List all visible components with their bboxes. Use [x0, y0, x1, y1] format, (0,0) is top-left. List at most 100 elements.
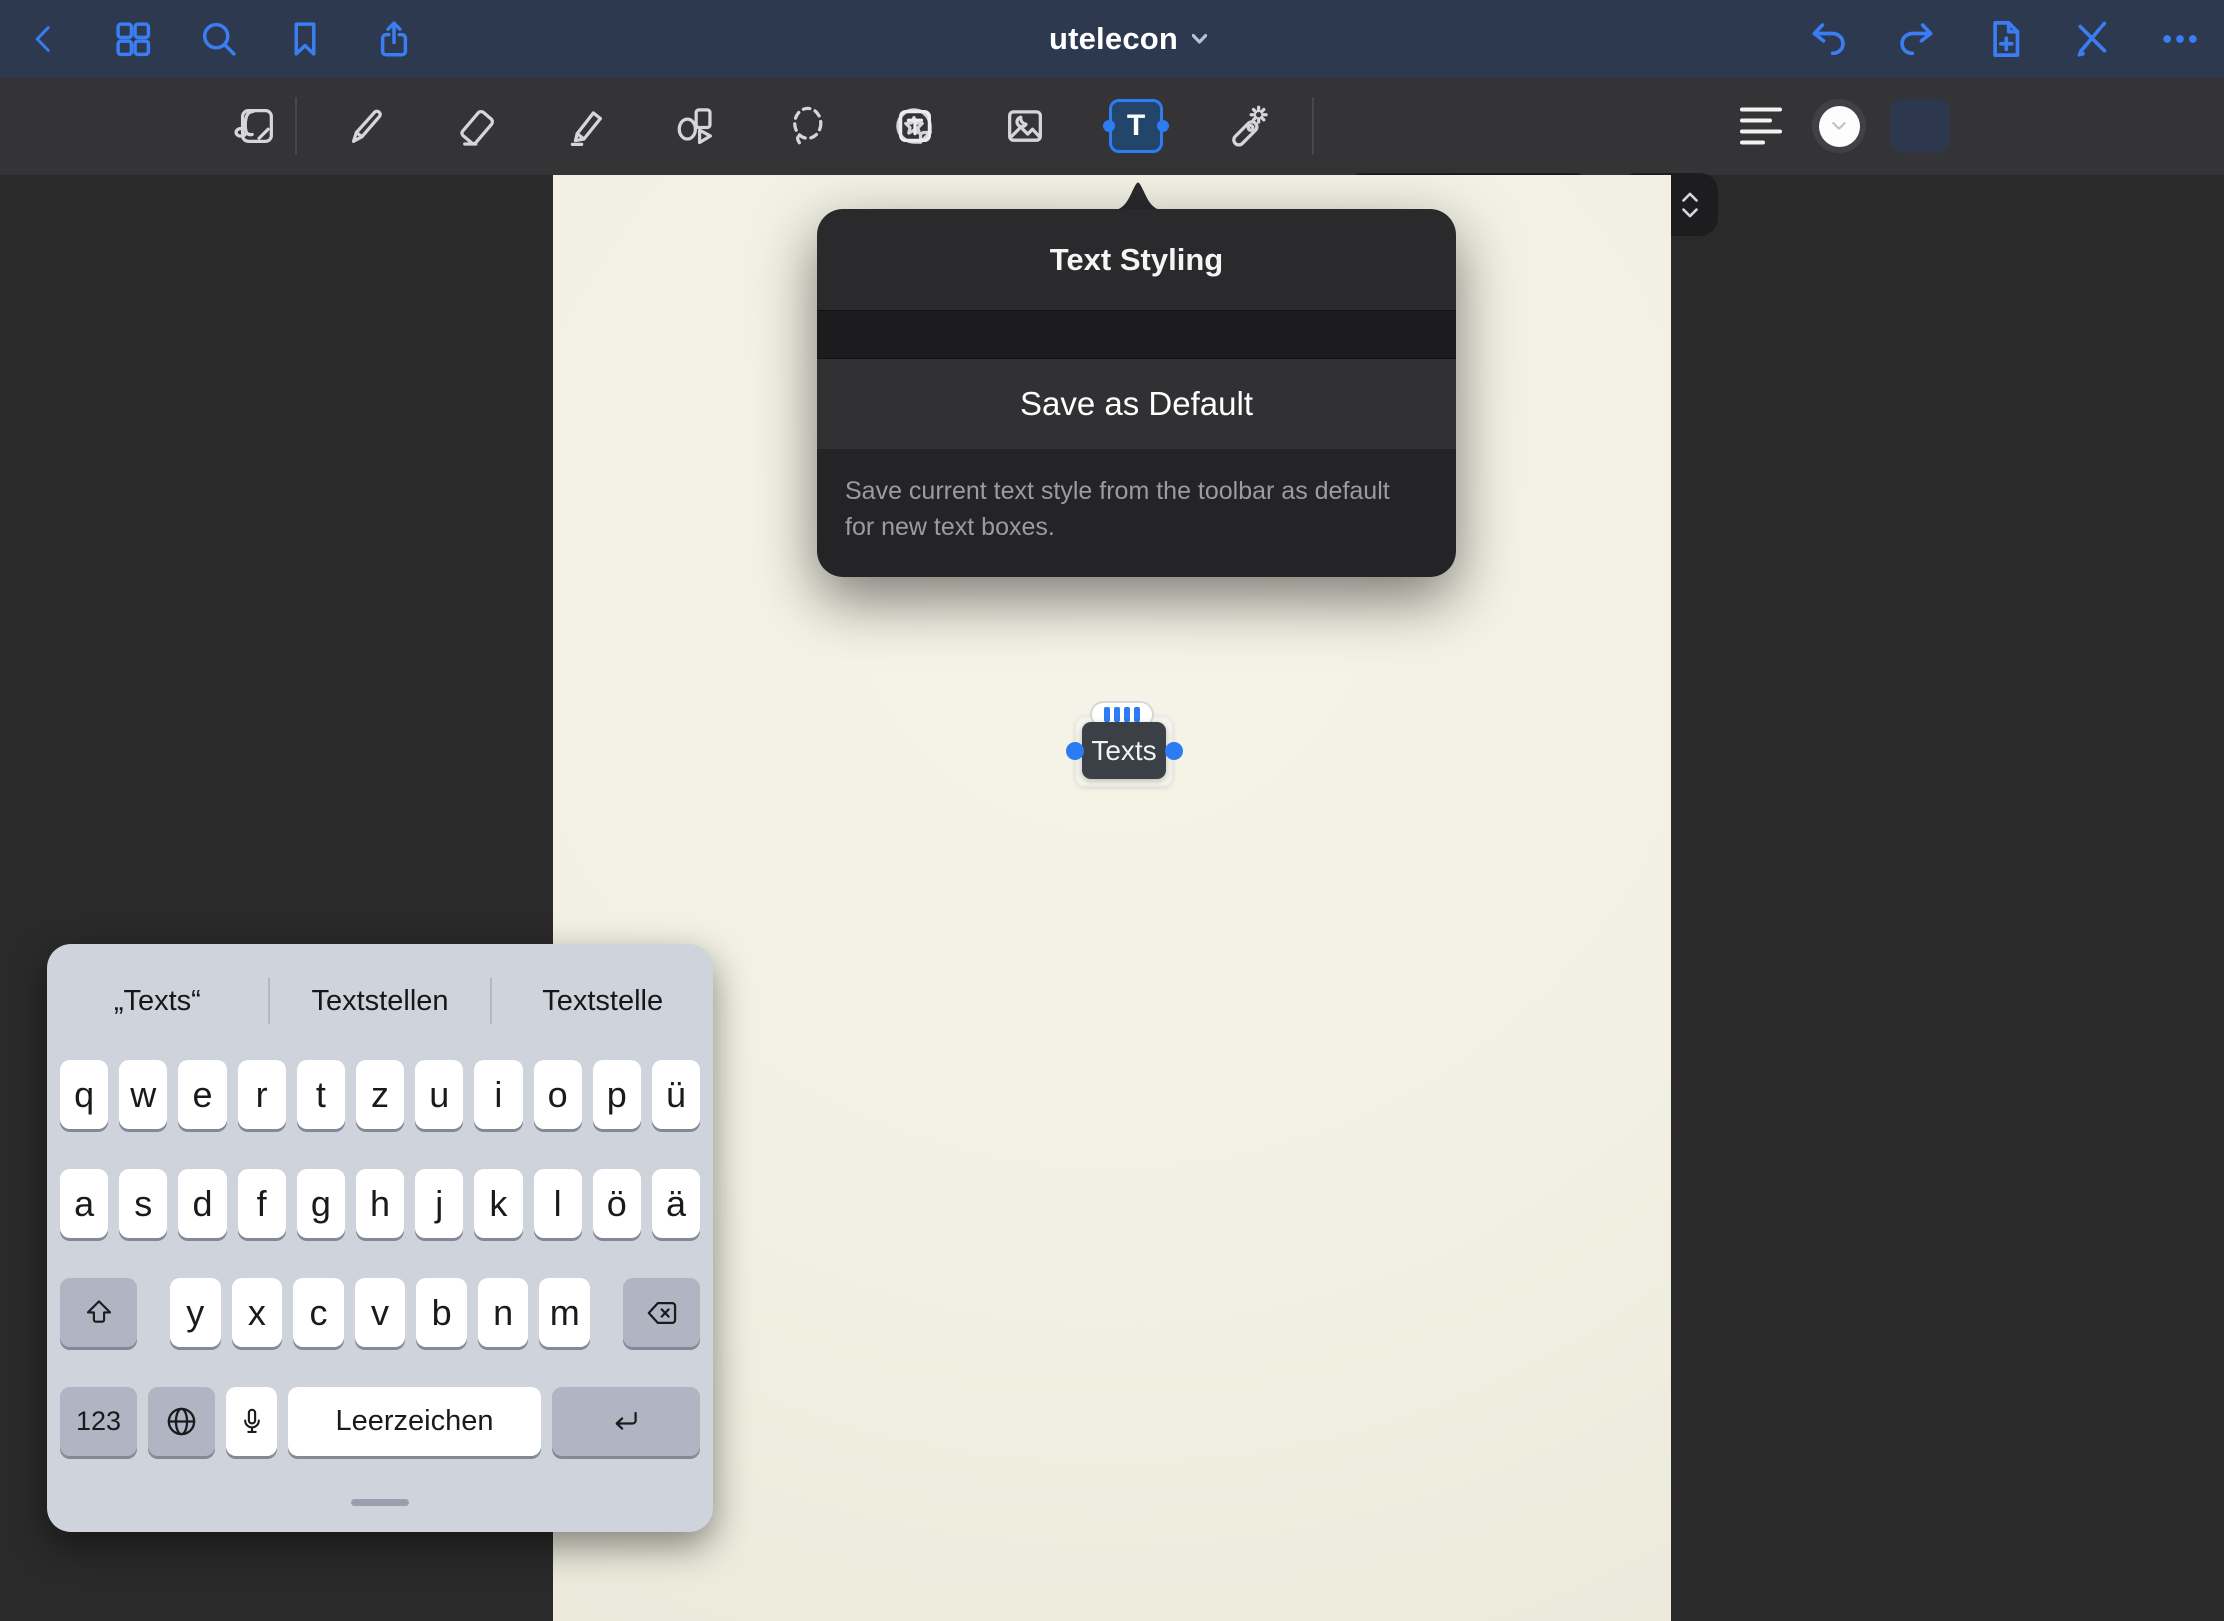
description-line-1: Save current text style from the toolbar…: [845, 473, 1428, 509]
share-icon: [373, 18, 415, 60]
suggestion-3[interactable]: Textstelle: [492, 944, 713, 1058]
textbox-right-resize-dot[interactable]: [1165, 742, 1183, 760]
search-icon: [198, 18, 240, 60]
numbers-key[interactable]: 123: [60, 1387, 137, 1456]
space-key[interactable]: Leerzeichen: [288, 1387, 541, 1456]
key-j[interactable]: j: [415, 1169, 463, 1238]
key-row-3: y x c v b n m: [60, 1278, 700, 1347]
key-d[interactable]: d: [178, 1169, 226, 1238]
redo-button[interactable]: [1894, 17, 1938, 61]
key-b[interactable]: b: [416, 1278, 467, 1347]
key-w[interactable]: w: [119, 1060, 167, 1129]
popup-arrow: [1106, 177, 1170, 211]
save-as-default-button[interactable]: Save as Default: [817, 359, 1456, 449]
share-button[interactable]: [373, 18, 415, 60]
shapes-icon: [672, 103, 718, 149]
key-f[interactable]: f: [238, 1169, 286, 1238]
popup-description: Save current text style from the toolbar…: [817, 449, 1456, 577]
tools-toolbar: T HiraginoSans-... 16: [0, 78, 2224, 175]
key-i[interactable]: i: [474, 1060, 522, 1129]
key-g[interactable]: g: [297, 1169, 345, 1238]
key-p[interactable]: p: [593, 1060, 641, 1129]
undo-button[interactable]: [1807, 17, 1851, 61]
eraser-tool-button[interactable]: [454, 103, 500, 149]
chevron-down-icon: [1192, 34, 1207, 44]
key-u[interactable]: u: [415, 1060, 463, 1129]
shift-icon: [82, 1296, 116, 1330]
key-c[interactable]: c: [293, 1278, 344, 1347]
notebook-title-group[interactable]: utelecon: [1049, 21, 1207, 57]
text-style-presets-button[interactable]: [892, 103, 2224, 149]
handle-bar: [1114, 707, 1120, 722]
pages-overview-button[interactable]: [112, 18, 154, 60]
popup-divider-band: [817, 310, 1456, 359]
highlighter-icon: [564, 103, 610, 149]
save-as-default-label: Save as Default: [1020, 385, 1253, 423]
pen-tool-button[interactable]: [343, 103, 389, 149]
back-button[interactable]: [27, 22, 61, 56]
key-n[interactable]: n: [478, 1278, 529, 1347]
textbox-left-resize-dot[interactable]: [1066, 742, 1084, 760]
key-ue[interactable]: ü: [652, 1060, 700, 1129]
more-options-button[interactable]: [2158, 17, 2202, 61]
lasso-tool-button[interactable]: [784, 103, 830, 149]
microphone-icon: [235, 1405, 269, 1439]
bookmark-button[interactable]: [284, 18, 326, 60]
shapes-tool-button[interactable]: [672, 103, 718, 149]
key-y[interactable]: y: [170, 1278, 221, 1347]
canvas-text-box[interactable]: Texts: [1082, 722, 1166, 779]
toolbar-separator: [295, 97, 297, 155]
popup-header: Text Styling: [817, 209, 1456, 310]
keyboard-rows: q w e r t z u i o p ü a s d f g h j k: [47, 1058, 713, 1456]
key-ae[interactable]: ä: [652, 1169, 700, 1238]
grid-icon: [112, 18, 154, 60]
key-row-1: q w e r t z u i o p ü: [60, 1060, 700, 1129]
pen-mode-toggle-button[interactable]: [2070, 17, 2114, 61]
key-x[interactable]: x: [232, 1278, 283, 1347]
highlighter-tool-button[interactable]: [564, 103, 610, 149]
suggestion-2[interactable]: Textstellen: [270, 944, 491, 1058]
key-l[interactable]: l: [534, 1169, 582, 1238]
page-scroll-tool-button[interactable]: [233, 103, 279, 149]
globe-icon: [163, 1403, 200, 1440]
popup-title: Text Styling: [1050, 242, 1223, 278]
key-h[interactable]: h: [356, 1169, 404, 1238]
page-scroll-icon: [233, 103, 279, 149]
keyboard-drag-handle[interactable]: [351, 1499, 409, 1506]
key-r[interactable]: r: [238, 1060, 286, 1129]
notebook-title: utelecon: [1049, 21, 1178, 57]
key-v[interactable]: v: [355, 1278, 406, 1347]
return-key[interactable]: [552, 1387, 700, 1456]
key-k[interactable]: k: [474, 1169, 522, 1238]
globe-key[interactable]: [148, 1387, 215, 1456]
dictation-key[interactable]: [226, 1387, 277, 1456]
text-style-box-icon: [892, 103, 938, 149]
key-q[interactable]: q: [60, 1060, 108, 1129]
key-s[interactable]: s: [119, 1169, 167, 1238]
undo-icon: [1807, 17, 1851, 61]
bookmark-icon: [284, 18, 326, 60]
search-button[interactable]: [198, 18, 240, 60]
key-t[interactable]: t: [297, 1060, 345, 1129]
shift-key[interactable]: [60, 1278, 137, 1347]
pen-crossed-icon: [2070, 17, 2114, 61]
handle-bar: [1134, 707, 1140, 722]
suggestion-1[interactable]: „Texts“: [47, 944, 268, 1058]
ellipsis-icon: [2158, 17, 2202, 61]
key-o[interactable]: o: [534, 1060, 582, 1129]
eraser-icon: [454, 103, 500, 149]
chevron-left-icon: [27, 22, 61, 56]
key-a[interactable]: a: [60, 1169, 108, 1238]
add-page-button[interactable]: [1983, 17, 2027, 61]
suggestion-bar: „Texts“ Textstellen Textstelle: [47, 944, 713, 1058]
backspace-key[interactable]: [623, 1278, 700, 1347]
stepper-chevrons-icon: [1679, 188, 1701, 222]
text-styling-popup: Text Styling Save as Default Save curren…: [817, 209, 1456, 577]
key-oe[interactable]: ö: [593, 1169, 641, 1238]
top-navigation-bar: utelecon: [0, 0, 2224, 78]
key-e[interactable]: e: [178, 1060, 226, 1129]
backspace-icon: [644, 1295, 680, 1331]
key-z[interactable]: z: [356, 1060, 404, 1129]
key-m[interactable]: m: [539, 1278, 590, 1347]
document-plus-icon: [1983, 17, 2027, 61]
